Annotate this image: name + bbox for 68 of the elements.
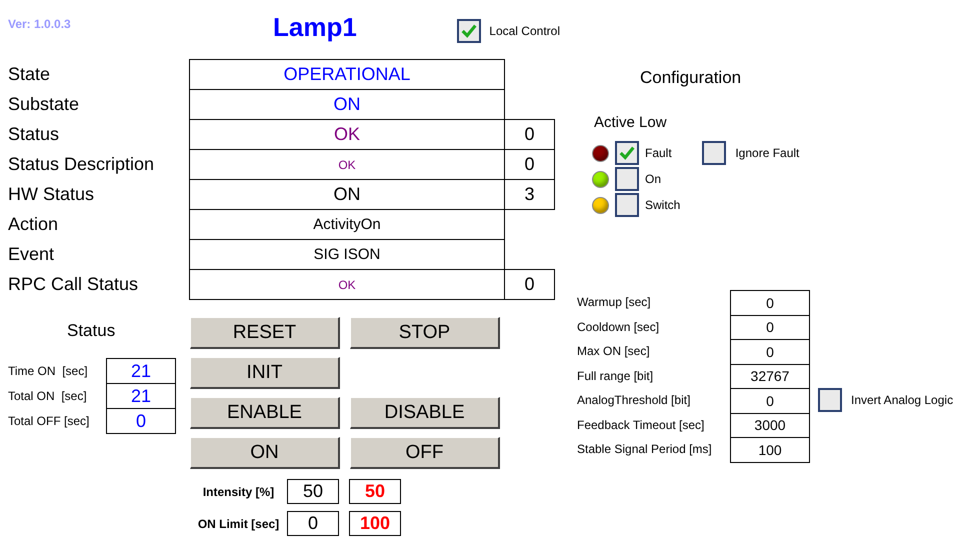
state-value: OPERATIONAL xyxy=(189,59,505,90)
parameter-label: Max ON [sec] xyxy=(577,344,651,358)
parameter-value[interactable]: 0 xyxy=(730,388,810,414)
signal-label: Switch xyxy=(645,198,680,212)
state-value: ActivityOn xyxy=(189,209,505,240)
counter-label: Time ON [sec] xyxy=(8,364,89,378)
signal-checkbox[interactable] xyxy=(615,141,639,165)
setpoint-label: Intensity [%] xyxy=(202,484,276,498)
local-control-label: Local Control xyxy=(489,24,560,38)
code-value: 0 xyxy=(504,119,555,150)
command-button[interactable]: STOP xyxy=(350,317,500,349)
local-control-checkbox[interactable] xyxy=(457,19,482,43)
setpoint-feedback: 100 xyxy=(349,511,401,536)
parameter-label: AnalogThreshold [bit] xyxy=(577,393,692,408)
code-value: 3 xyxy=(504,179,555,210)
command-button[interactable]: ENABLE xyxy=(190,397,340,429)
command-button[interactable]: ON xyxy=(190,437,340,469)
parameter-value[interactable]: 0 xyxy=(730,339,810,364)
invert-analog-checkbox[interactable] xyxy=(818,388,842,412)
counter-value: 21 xyxy=(106,383,176,409)
version-label: Ver: 1.0.0.3 xyxy=(8,17,72,31)
ignore-fault-label: Ignore Fault xyxy=(735,146,800,160)
configuration-title: Configuration xyxy=(640,68,742,88)
active-low-title: Active Low xyxy=(594,114,668,131)
checkmark-icon xyxy=(460,22,478,40)
setpoint-input[interactable]: 50 xyxy=(287,479,339,504)
signal-label: Fault xyxy=(645,146,672,160)
state-value: SIG ISON xyxy=(189,239,505,270)
code-value: 0 xyxy=(504,269,555,300)
parameter-value[interactable]: 0 xyxy=(730,290,810,316)
parameter-label: Feedback Timeout [sec] xyxy=(577,418,706,432)
command-button[interactable]: DISABLE xyxy=(350,397,500,429)
signal-checkbox[interactable] xyxy=(615,167,639,191)
state-label: Event xyxy=(8,242,56,266)
state-label: HW Status xyxy=(8,182,96,206)
parameter-value[interactable]: 100 xyxy=(730,437,810,462)
invert-analog-label: Invert Analog Logic xyxy=(851,393,954,408)
parameter-value[interactable]: 32767 xyxy=(730,364,810,389)
command-button[interactable]: RESET xyxy=(190,317,340,349)
parameter-label: Full range [bit] xyxy=(577,368,654,383)
window-title: Lamp1 xyxy=(272,12,358,43)
state-value: ON xyxy=(189,89,505,120)
status-title: Status xyxy=(67,321,116,341)
counter-value: 0 xyxy=(106,408,176,434)
counter-value: 21 xyxy=(106,358,176,384)
parameter-value[interactable]: 0 xyxy=(730,314,810,340)
setpoint-label: ON Limit [sec] xyxy=(196,516,280,530)
parameter-label: Warmup [sec] xyxy=(577,295,652,310)
ignore-fault-checkbox[interactable] xyxy=(702,141,726,165)
counter-label: Total OFF [sec] xyxy=(8,414,90,428)
setpoint-feedback: 50 xyxy=(349,479,401,504)
parameter-label: Cooldown [sec] xyxy=(577,320,660,334)
state-label: RPC Call Status xyxy=(8,272,140,296)
state-label: Action xyxy=(8,212,60,236)
state-label: Substate xyxy=(8,92,80,116)
signal-label: On xyxy=(645,172,662,186)
parameter-value[interactable]: 3000 xyxy=(730,412,810,438)
state-label: State xyxy=(8,62,52,86)
state-label: Status xyxy=(8,122,60,146)
setpoint-input[interactable]: 0 xyxy=(287,511,339,536)
parameter-label: Stable Signal Period [ms] xyxy=(577,442,713,456)
command-button[interactable]: INIT xyxy=(190,357,340,389)
state-label: Status Description xyxy=(8,152,156,176)
counter-label: Total ON [sec] xyxy=(8,388,88,402)
state-value: OK xyxy=(189,269,505,300)
command-button[interactable]: OFF xyxy=(350,437,500,469)
checkmark-icon xyxy=(618,144,636,162)
signal-checkbox[interactable] xyxy=(615,193,639,217)
